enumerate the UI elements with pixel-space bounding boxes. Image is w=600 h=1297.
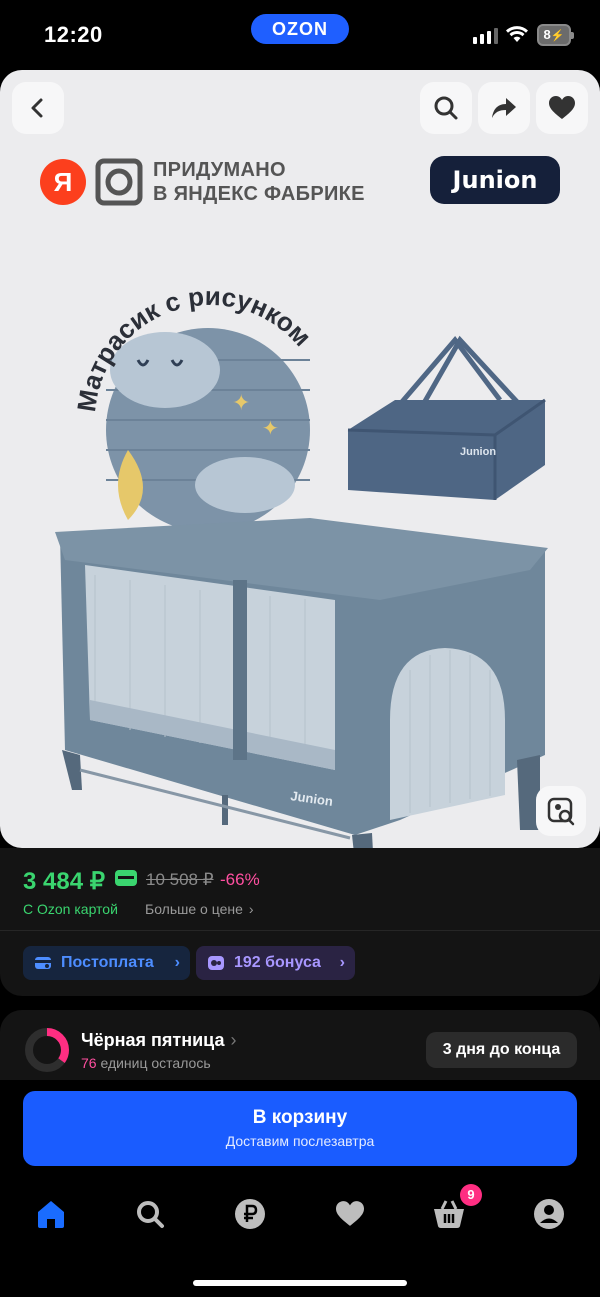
promo-progress-ring bbox=[25, 1028, 69, 1072]
chevron-right-icon: › bbox=[339, 954, 345, 971]
status-time: 12:20 bbox=[44, 22, 103, 47]
tab-finance[interactable] bbox=[230, 1194, 270, 1234]
search-icon bbox=[434, 96, 458, 120]
travel-crib: Junion bbox=[55, 518, 548, 848]
bonus-label: 192 бонуса bbox=[234, 954, 321, 971]
tab-profile[interactable] bbox=[529, 1194, 569, 1234]
delivery-sublabel: Доставим послезавтра bbox=[225, 1133, 375, 1149]
postpay-chip[interactable]: Постоплата › bbox=[23, 946, 190, 980]
price-block: 3 484 ₽ 10 508 ₽ -66% С Ozon картой Боль… bbox=[0, 848, 600, 996]
black-friday-promo[interactable]: Чёрная пятница › 76 единиц осталось 3 дня… bbox=[0, 1010, 600, 1090]
share-button[interactable] bbox=[478, 82, 530, 134]
home-indicator bbox=[193, 1280, 407, 1286]
add-to-cart-button[interactable]: В корзину Доставим послезавтра bbox=[23, 1091, 577, 1166]
cart-badge: 9 bbox=[460, 1184, 482, 1206]
ozon-app-pill[interactable]: OZON bbox=[251, 14, 349, 44]
old-price: 10 508 ₽ bbox=[146, 870, 214, 889]
battery-indicator: 8⚡ bbox=[537, 24, 574, 46]
add-to-cart-label: В корзину bbox=[252, 1107, 348, 1128]
ozon-card-icon bbox=[115, 870, 137, 886]
back-icon bbox=[31, 98, 43, 118]
search-icon bbox=[137, 1201, 164, 1228]
tab-home[interactable] bbox=[31, 1194, 71, 1234]
mattress-pattern-circle: ✦ ✦ bbox=[106, 328, 310, 532]
carry-bag: Junion bbox=[347, 335, 546, 500]
yandex-factory-text: ПРИДУМАНО В ЯНДЕКС ФАБРИКЕ bbox=[153, 159, 365, 205]
yandex-factory-logo bbox=[95, 158, 143, 206]
share-icon bbox=[492, 98, 516, 118]
cellular-signal-icon bbox=[473, 28, 498, 44]
svg-text:✦: ✦ bbox=[262, 418, 279, 440]
product-image-gallery[interactable]: Я ПРИДУМАНО В ЯНДЕКС ФАБРИКЕ Junion ✦ ✦ … bbox=[0, 70, 600, 848]
heart-icon bbox=[549, 96, 575, 119]
discount-badge: -66% bbox=[220, 870, 260, 889]
product-photo-travel-crib: ✦ ✦ Матрасик с рисунком Junion Junion bbox=[55, 281, 548, 848]
tab-favorites[interactable] bbox=[330, 1194, 370, 1234]
junion-brand-logo: Junion bbox=[430, 156, 560, 204]
profile-icon bbox=[534, 1199, 564, 1229]
postpay-label: Постоплата bbox=[61, 954, 154, 971]
back-button[interactable] bbox=[12, 82, 64, 134]
current-price: 3 484 ₽ bbox=[23, 868, 105, 895]
image-search-icon bbox=[547, 797, 575, 826]
postpay-icon bbox=[35, 957, 51, 969]
chevron-right-icon: › bbox=[248, 901, 254, 917]
yandex-logo: Я bbox=[40, 159, 86, 205]
heart-icon bbox=[336, 1201, 364, 1226]
more-about-price-link[interactable]: Больше о цене › bbox=[145, 901, 254, 917]
cart-icon bbox=[434, 1200, 464, 1228]
image-search-button[interactable] bbox=[536, 786, 586, 836]
bonus-chip[interactable]: 192 бонуса › bbox=[196, 946, 355, 980]
svg-text:Junion: Junion bbox=[460, 446, 496, 458]
promo-title: Чёрная пятница › bbox=[81, 1030, 237, 1050]
promo-countdown: 3 дня до конца bbox=[426, 1032, 577, 1068]
wifi-icon bbox=[506, 26, 528, 42]
search-button[interactable] bbox=[420, 82, 472, 134]
ozon-card-label: С Ozon картой bbox=[23, 901, 118, 917]
favorite-button[interactable] bbox=[536, 82, 588, 134]
status-bar: 12:20 OZON 8⚡ bbox=[0, 0, 600, 70]
divider bbox=[0, 930, 600, 931]
chevron-right-icon: › bbox=[230, 1030, 237, 1050]
tab-search[interactable] bbox=[130, 1194, 170, 1234]
bottom-tab-bar: 9 bbox=[0, 1180, 600, 1297]
svg-text:✦: ✦ bbox=[232, 390, 250, 415]
bonus-icon bbox=[208, 956, 224, 970]
units-left: 76 единиц осталось bbox=[81, 1055, 211, 1071]
chevron-right-icon: › bbox=[174, 954, 180, 971]
ruble-icon bbox=[235, 1199, 265, 1229]
cart-area: В корзину Доставим послезавтра bbox=[0, 1080, 600, 1180]
home-icon bbox=[38, 1201, 64, 1228]
